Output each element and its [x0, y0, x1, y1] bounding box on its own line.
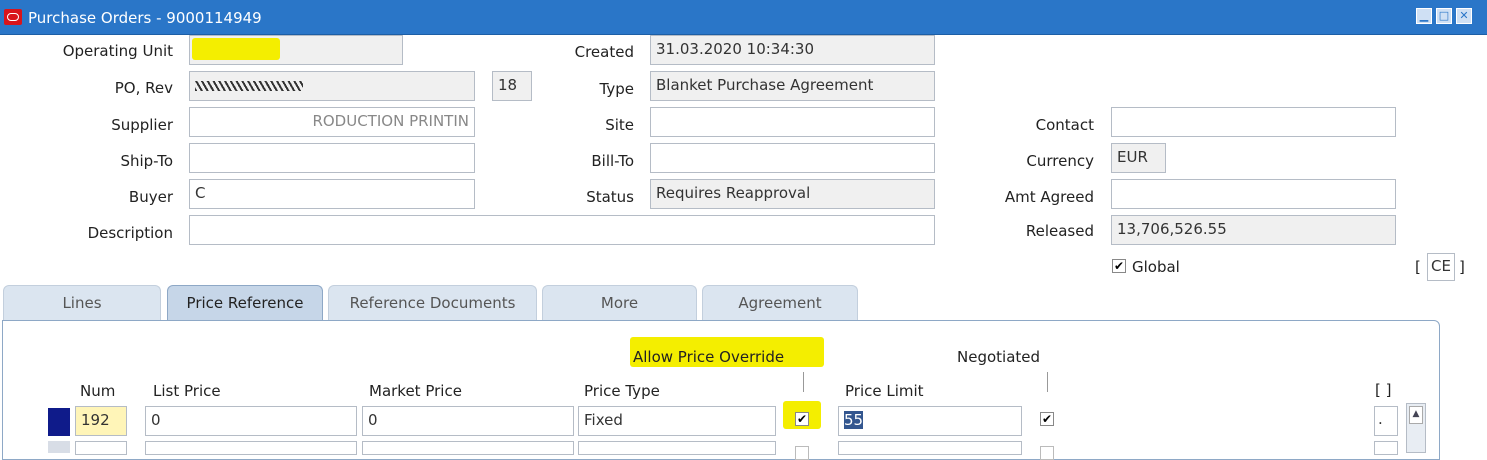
window-title: Purchase Orders - 9000114949 — [28, 9, 262, 27]
list-price-cell[interactable]: 0 — [145, 406, 357, 436]
tab-lines[interactable]: Lines — [3, 285, 161, 320]
price-limit-header: Price Limit — [845, 382, 924, 400]
global-label: Global — [1132, 258, 1180, 276]
num-header: Num — [80, 382, 116, 400]
market-price-header: Market Price — [369, 382, 462, 400]
tab-more[interactable]: More — [542, 285, 697, 320]
type-label: Type — [599, 80, 634, 98]
column-divider — [803, 372, 804, 392]
row-indicator[interactable] — [48, 441, 70, 453]
tab-price-reference[interactable]: Price Reference — [167, 285, 323, 320]
description-label: Description — [87, 224, 173, 242]
scroll-up-icon[interactable]: ▲ — [1409, 406, 1423, 424]
price-limit-cell[interactable]: 55 — [838, 406, 1022, 436]
minimize-icon[interactable]: ▁ — [1416, 8, 1432, 24]
created-field[interactable]: 31.03.2020 10:34:30 — [650, 35, 935, 65]
created-label: Created — [574, 43, 634, 61]
num-cell[interactable]: 192 — [75, 406, 127, 436]
po-number-field[interactable] — [189, 71, 475, 101]
allow-price-override-header: Allow Price Override — [633, 348, 785, 366]
folder-cell[interactable]: . — [1374, 406, 1398, 436]
oracle-logo-icon — [4, 9, 22, 25]
operating-unit-label: Operating Unit — [62, 42, 173, 60]
allow-price-override-checkbox[interactable]: ✔ — [795, 412, 809, 426]
buyer-field[interactable]: C — [189, 179, 475, 209]
description-field[interactable] — [189, 215, 935, 245]
global-checkbox[interactable]: ✔ — [1112, 259, 1126, 273]
bill-to-field[interactable] — [650, 143, 935, 173]
site-label: Site — [605, 116, 634, 134]
contact-field[interactable] — [1111, 107, 1396, 137]
market-price-cell[interactable]: 0 — [362, 406, 574, 436]
bracket-open: [ — [1415, 258, 1421, 276]
currency-label: Currency — [1026, 152, 1094, 170]
contact-label: Contact — [1035, 116, 1094, 134]
allow-price-override-checkbox[interactable] — [795, 446, 809, 460]
negotiated-checkbox[interactable]: ✔ — [1040, 412, 1054, 426]
folder-bracket-header: [ ] — [1375, 381, 1392, 399]
ship-to-label: Ship-To — [120, 152, 173, 170]
close-icon[interactable]: ✕ — [1456, 8, 1472, 24]
price-type-header: Price Type — [584, 382, 660, 400]
tab-bar: Lines Price Reference Reference Document… — [0, 285, 1487, 321]
amt-agreed-field[interactable] — [1111, 179, 1396, 209]
highlight-marker — [192, 38, 280, 60]
price-type-cell[interactable]: Fixed — [578, 406, 776, 436]
bill-to-label: Bill-To — [591, 152, 634, 170]
negotiated-checkbox[interactable] — [1040, 446, 1054, 460]
redacted-scribble-icon — [195, 81, 303, 91]
type-field[interactable]: Blanket Purchase Agreement — [650, 71, 935, 101]
redacted-area — [192, 109, 272, 135]
tab-agreement[interactable]: Agreement — [702, 285, 858, 320]
released-field[interactable]: 13,706,526.55 — [1111, 215, 1396, 245]
released-label: Released — [1025, 222, 1094, 240]
amt-agreed-label: Amt Agreed — [1004, 188, 1094, 206]
row-indicator[interactable] — [48, 408, 70, 436]
column-divider — [1047, 372, 1048, 392]
negotiated-header: Negotiated — [957, 348, 1041, 366]
po-rev-label: PO, Rev — [114, 79, 173, 97]
supplier-label: Supplier — [111, 116, 173, 134]
currency-field[interactable]: EUR — [1111, 143, 1166, 173]
tab-reference-documents[interactable]: Reference Documents — [328, 285, 537, 320]
revision-field[interactable]: 18 — [492, 71, 532, 101]
scrollbar[interactable]: ▲ — [1406, 403, 1426, 453]
ce-field[interactable]: CE — [1427, 253, 1455, 281]
ship-to-field[interactable] — [189, 143, 475, 173]
bracket-close: ] — [1459, 258, 1465, 276]
list-price-header: List Price — [153, 382, 221, 400]
buyer-label: Buyer — [128, 188, 173, 206]
maximize-icon[interactable]: □ — [1436, 8, 1452, 24]
window-titlebar: Purchase Orders - 9000114949 ▁ □ ✕ — [0, 0, 1487, 35]
site-field[interactable] — [650, 107, 935, 137]
status-field[interactable]: Requires Reapproval — [650, 179, 935, 209]
status-label: Status — [586, 188, 634, 206]
